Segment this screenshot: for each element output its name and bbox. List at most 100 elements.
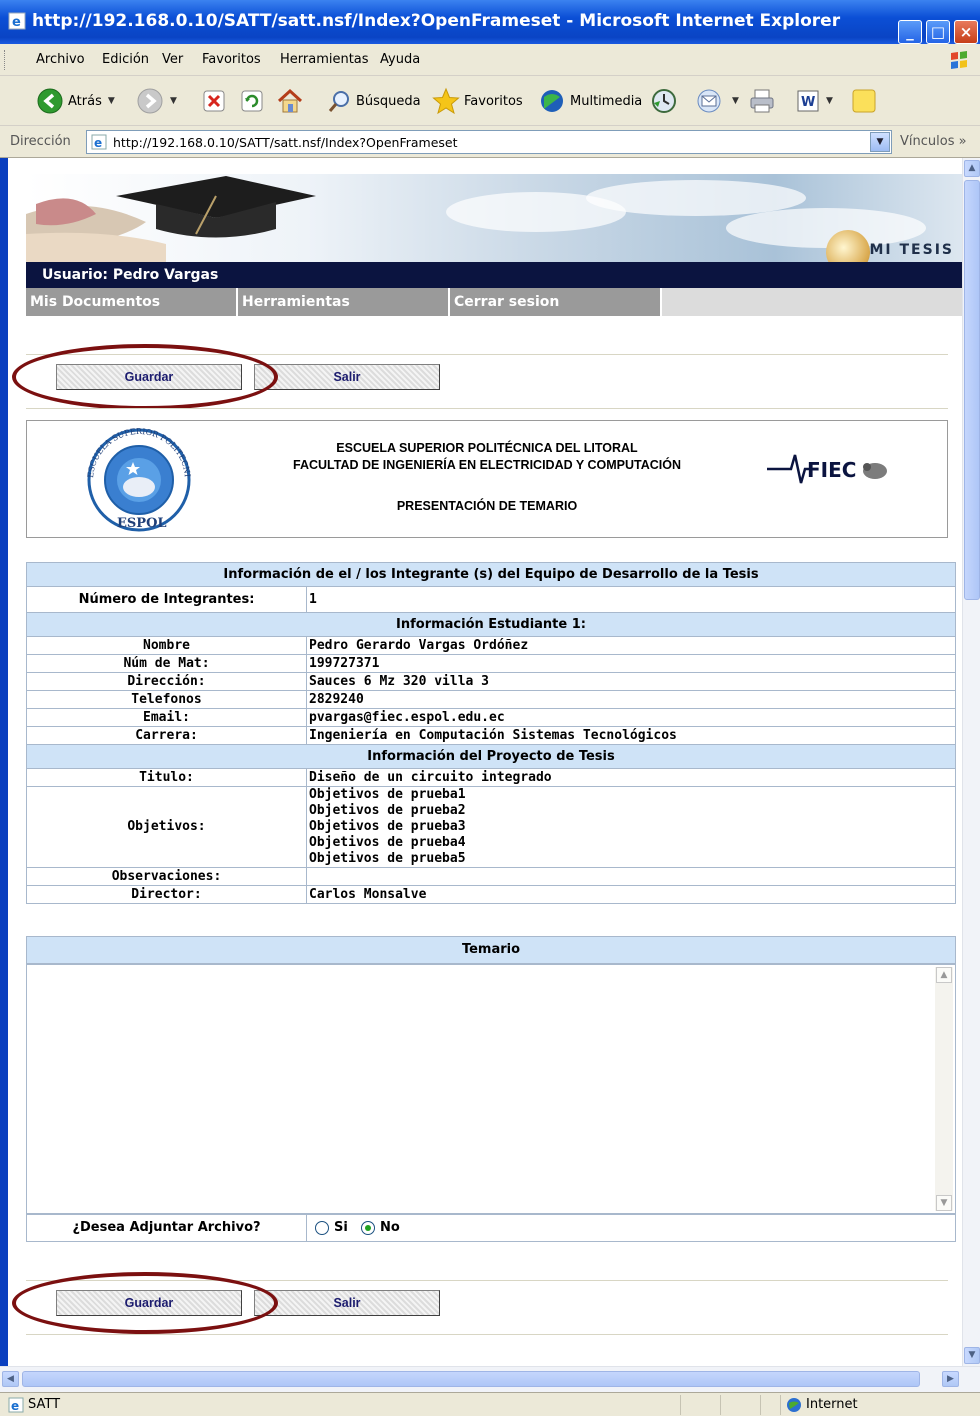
svg-text:e: e: [94, 136, 102, 150]
scroll-down-icon[interactable]: ▼: [936, 1195, 952, 1211]
fiec-logo: FIEC: [767, 454, 887, 484]
site-banner: MI TESIS: [26, 174, 962, 262]
exit-button-top[interactable]: Salir: [254, 364, 440, 390]
project-title-label: Titulo:: [26, 768, 307, 787]
menu-ayuda[interactable]: Ayuda: [380, 52, 420, 67]
window-title: http://192.168.0.10/SATT/satt.nsf/Index?…: [32, 11, 841, 31]
student-label-mat: Núm de Mat:: [26, 654, 307, 673]
save-button-bottom[interactable]: Guardar: [56, 1290, 242, 1316]
print-button[interactable]: [748, 86, 776, 116]
close-button[interactable]: ×: [954, 20, 978, 44]
attach-no-radio[interactable]: [361, 1221, 375, 1235]
status-text: SATT: [28, 1397, 61, 1412]
objective-item: Objetivos de prueba3: [309, 819, 466, 834]
info-table: Información de el / los Integrante (s) d…: [26, 562, 956, 904]
menu-favoritos[interactable]: Favoritos: [202, 52, 261, 67]
student-label-email: Email:: [26, 708, 307, 727]
minimize-button[interactable]: _: [898, 20, 922, 44]
scroll-up-icon[interactable]: ▲: [936, 967, 952, 983]
printer-icon: [750, 89, 774, 113]
back-dropdown-icon[interactable]: ▼: [108, 96, 115, 106]
forward-button[interactable]: ▼: [136, 86, 177, 116]
back-button[interactable]: Atrás ▼: [36, 86, 115, 116]
nav-mis-documentos[interactable]: Mis Documentos: [26, 288, 238, 316]
objective-item: Objetivos de prueba1: [309, 787, 466, 802]
scroll-left-icon[interactable]: ◀: [2, 1371, 19, 1387]
svg-text:e: e: [12, 15, 21, 30]
espol-seal-logo: ESCUELA SUPERIOR POLITECNICA ESPOL: [79, 427, 192, 532]
menu-archivo[interactable]: Archivo: [36, 52, 85, 67]
graduation-cap-icon: [26, 176, 316, 262]
refresh-button[interactable]: [240, 86, 264, 116]
history-button[interactable]: [650, 86, 678, 116]
textarea-scrollbar[interactable]: ▲ ▼: [935, 967, 953, 1211]
search-button[interactable]: Búsqueda: [328, 86, 421, 116]
student-value-address: Sauces 6 Mz 320 villa 3: [306, 672, 956, 691]
student-value-phone: 2829240: [306, 690, 956, 709]
save-button-top[interactable]: Guardar: [56, 364, 242, 390]
nav-cerrar-sesion[interactable]: Cerrar sesion: [450, 288, 662, 316]
favorites-button[interactable]: Favoritos: [432, 86, 523, 116]
forward-dropdown-icon[interactable]: ▼: [170, 96, 177, 106]
divider: [26, 1280, 948, 1282]
menu-herramientas[interactable]: Herramientas: [280, 52, 369, 67]
student-value-email: pvargas@fiec.espol.edu.ec: [306, 708, 956, 727]
objective-item: Objetivos de prueba5: [309, 851, 466, 866]
edit-dropdown-icon[interactable]: ▼: [826, 96, 833, 106]
director-value: Carlos Monsalve: [306, 885, 956, 904]
address-label: Dirección: [10, 134, 71, 149]
ie-page-icon: e: [8, 12, 26, 30]
divider: [26, 1334, 948, 1336]
sticky-note-icon: [852, 89, 876, 113]
team-section-title: Información de el / los Integrante (s) d…: [26, 562, 956, 587]
faculty-name: FACULTAD DE INGENIERÍA EN ELECTRICIDAD Y…: [293, 458, 681, 472]
members-count-value: 1: [306, 586, 956, 613]
brand-logo-text: MI TESIS: [869, 242, 954, 258]
stop-icon: [203, 90, 225, 112]
nav-herramientas[interactable]: Herramientas: [238, 288, 450, 316]
maximize-button[interactable]: □: [926, 20, 950, 44]
status-divider: [780, 1395, 781, 1415]
attach-question: ¿Desea Adjuntar Archivo?: [27, 1215, 307, 1241]
page-vertical-scrollbar[interactable]: ▲ ▼: [962, 158, 980, 1366]
mail-button[interactable]: ▼: [696, 86, 739, 116]
media-label: Multimedia: [570, 93, 643, 109]
scroll-thumb-horizontal[interactable]: [22, 1371, 920, 1387]
windows-logo-icon: [951, 51, 967, 69]
scroll-up-icon[interactable]: ▲: [964, 160, 980, 177]
page-horizontal-scrollbar[interactable]: ◀ ▶: [0, 1366, 980, 1392]
attach-yes-radio[interactable]: [315, 1221, 329, 1235]
temario-textarea[interactable]: ▲ ▼: [26, 964, 956, 1214]
scroll-down-icon[interactable]: ▼: [964, 1347, 980, 1364]
messenger-button[interactable]: [850, 86, 878, 116]
links-label: Vínculos: [900, 134, 955, 149]
stop-button[interactable]: [202, 86, 226, 116]
divider: [26, 354, 948, 356]
minimize-icon: _: [906, 23, 914, 41]
svg-text:FIEC: FIEC: [807, 458, 856, 482]
document-title: PRESENTACIÓN DE TEMARIO: [396, 499, 578, 513]
student-label-phone: Telefonos: [26, 690, 307, 709]
scroll-thumb[interactable]: [964, 180, 980, 600]
scroll-right-icon[interactable]: ▶: [942, 1371, 959, 1387]
address-dropdown-icon[interactable]: ▼: [870, 132, 890, 152]
address-url: http://192.168.0.10/SATT/satt.nsf/Index?…: [113, 135, 458, 150]
edit-button[interactable]: W ▼: [796, 86, 833, 116]
media-button[interactable]: Multimedia: [538, 86, 642, 116]
student-value-career: Ingeniería en Computación Sistemas Tecno…: [306, 726, 956, 745]
address-bar: Dirección e http://192.168.0.10/SATT/sat…: [0, 126, 980, 158]
page-viewport: MI TESIS Usuario: Pedro Vargas Mis Docum…: [8, 158, 962, 1366]
menu-edicion[interactable]: Edición: [102, 52, 149, 67]
home-button[interactable]: [276, 86, 304, 116]
close-icon: ×: [959, 23, 973, 41]
page-icon: e: [91, 134, 107, 150]
links-button[interactable]: Vínculos »: [900, 134, 967, 149]
menu-ver[interactable]: Ver: [162, 52, 183, 67]
exit-button-bottom[interactable]: Salir: [254, 1290, 440, 1316]
status-divider: [680, 1395, 681, 1415]
menu-bar: Archivo Edición Ver Favoritos Herramient…: [0, 44, 980, 76]
refresh-icon: [241, 90, 263, 112]
address-input[interactable]: e http://192.168.0.10/SATT/satt.nsf/Inde…: [86, 130, 892, 154]
mail-dropdown-icon[interactable]: ▼: [732, 96, 739, 106]
status-divider: [760, 1395, 761, 1415]
